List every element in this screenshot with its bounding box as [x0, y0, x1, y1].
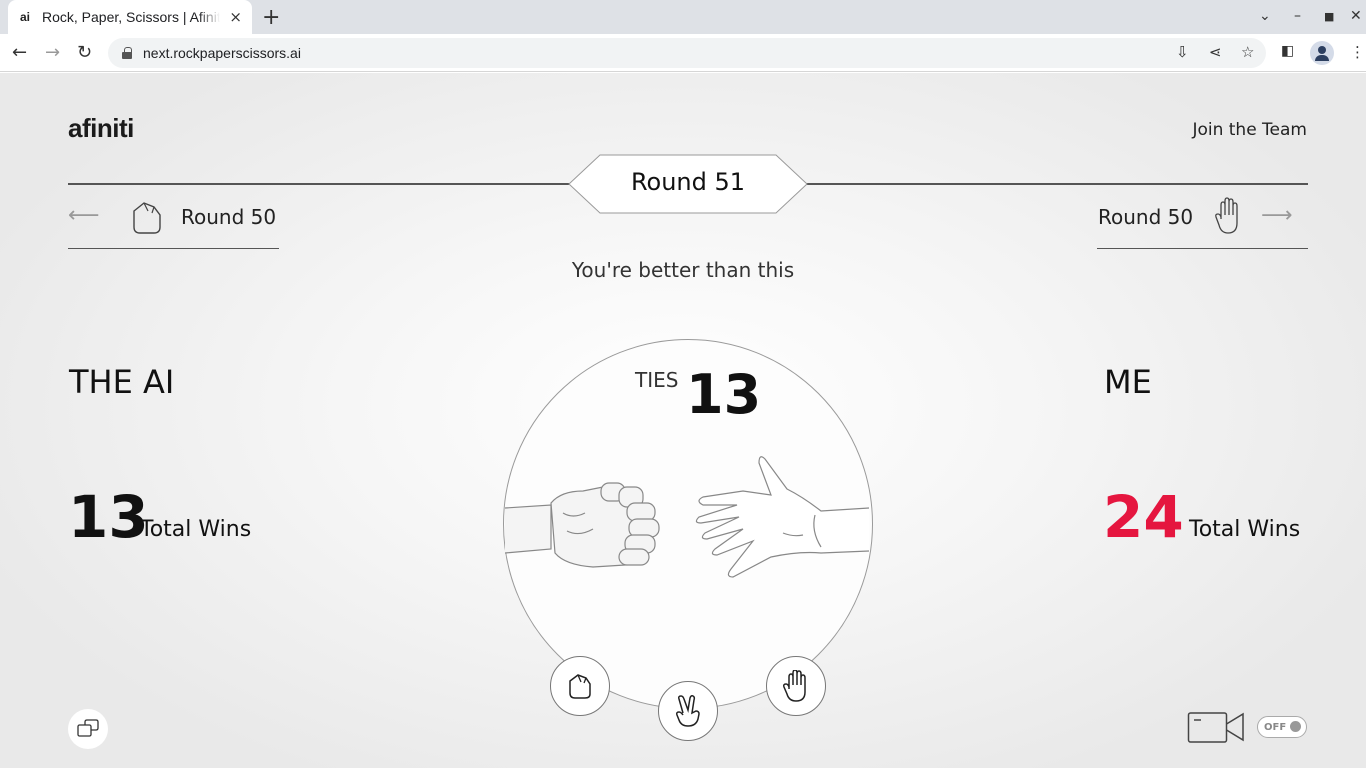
side-panel-icon[interactable]: ◧ — [1281, 43, 1294, 59]
paper-move-button[interactable] — [766, 656, 826, 716]
share-icon[interactable]: ⋖ — [1209, 43, 1222, 61]
toggle-knob — [1290, 721, 1301, 732]
me-wins-label: Total Wins — [1189, 517, 1301, 542]
ai-wins-label: Total Wins — [140, 517, 252, 542]
feedback-button[interactable] — [68, 709, 108, 749]
minimize-icon[interactable]: – — [1294, 8, 1301, 24]
ties-count: 13 — [686, 363, 762, 426]
current-round-banner: Round 51 — [568, 154, 808, 214]
tab-strip: ai Rock, Paper, Scissors | Afiniti × + ⌄… — [0, 0, 1366, 34]
me-title: ME — [1104, 363, 1152, 401]
game-page: afiniti Join the Team Round 51 ⟵ Round 5… — [0, 73, 1366, 768]
divider-left — [68, 183, 570, 185]
tab-favicon: ai — [20, 10, 31, 24]
tab-search-icon[interactable]: ⌄ — [1259, 8, 1271, 24]
camera-toggle[interactable]: OFF — [1257, 716, 1307, 738]
close-window-icon[interactable]: ✕ — [1350, 8, 1362, 24]
camera-toggle-label: OFF — [1264, 721, 1287, 733]
afiniti-logo[interactable]: afiniti — [68, 113, 134, 144]
ties-label: TIES — [635, 368, 679, 392]
ai-previous-round-label: Round 50 — [181, 205, 277, 229]
tab-title: Rock, Paper, Scissors | Afiniti — [42, 9, 220, 25]
human-paper-hand-icon — [695, 456, 870, 578]
forward-icon[interactable]: → — [45, 42, 60, 63]
lock-icon[interactable] — [122, 47, 132, 59]
back-icon[interactable]: ← — [12, 42, 27, 63]
profile-icon[interactable] — [1310, 41, 1334, 65]
install-icon[interactable]: ⇩ — [1176, 43, 1189, 61]
rock-icon — [569, 674, 591, 699]
rock-hand-icon — [130, 199, 164, 239]
menu-icon[interactable]: ⋮ — [1350, 43, 1365, 61]
current-round-label: Round 51 — [630, 168, 746, 196]
paper-hand-icon — [1213, 197, 1243, 239]
tab-close-icon[interactable]: × — [229, 8, 242, 26]
divider-right — [806, 183, 1308, 185]
ai-title: THE AI — [69, 363, 175, 401]
me-wins-count: 24 — [1103, 483, 1184, 551]
hands-illustration — [504, 456, 870, 578]
round-message: You're better than this — [571, 258, 795, 282]
ai-previous-round: ⟵ Round 50 — [68, 197, 279, 249]
scissors-move-button[interactable] — [658, 681, 718, 741]
star-icon[interactable]: ☆ — [1241, 43, 1254, 61]
feedback-icon — [77, 719, 99, 737]
new-tab-button[interactable]: + — [262, 5, 280, 30]
rock-move-button[interactable] — [550, 656, 610, 716]
join-team-link[interactable]: Join the Team — [1192, 120, 1307, 140]
scissors-icon — [676, 695, 700, 727]
camera-icon[interactable] — [1187, 710, 1247, 744]
browser-toolbar: ← → ↻ next.rockpaperscissors.ai — [0, 34, 1366, 72]
me-previous-round-label: Round 50 — [1098, 205, 1194, 229]
me-previous-round: Round 50 ⟶ — [1097, 197, 1308, 249]
reload-icon[interactable]: ↻ — [77, 42, 92, 63]
robot-fist-icon — [504, 482, 660, 568]
browser-tab[interactable]: ai Rock, Paper, Scissors | Afiniti × — [8, 0, 252, 34]
arrow-left-icon: ⟵ — [68, 203, 100, 228]
address-bar[interactable]: next.rockpaperscissors.ai — [108, 38, 1266, 68]
maximize-icon[interactable]: ■ — [1324, 10, 1334, 23]
url-text[interactable]: next.rockpaperscissors.ai — [143, 45, 301, 61]
paper-icon — [783, 670, 806, 702]
arrow-right-icon: ⟶ — [1261, 203, 1293, 228]
ai-wins-count: 13 — [68, 483, 149, 551]
